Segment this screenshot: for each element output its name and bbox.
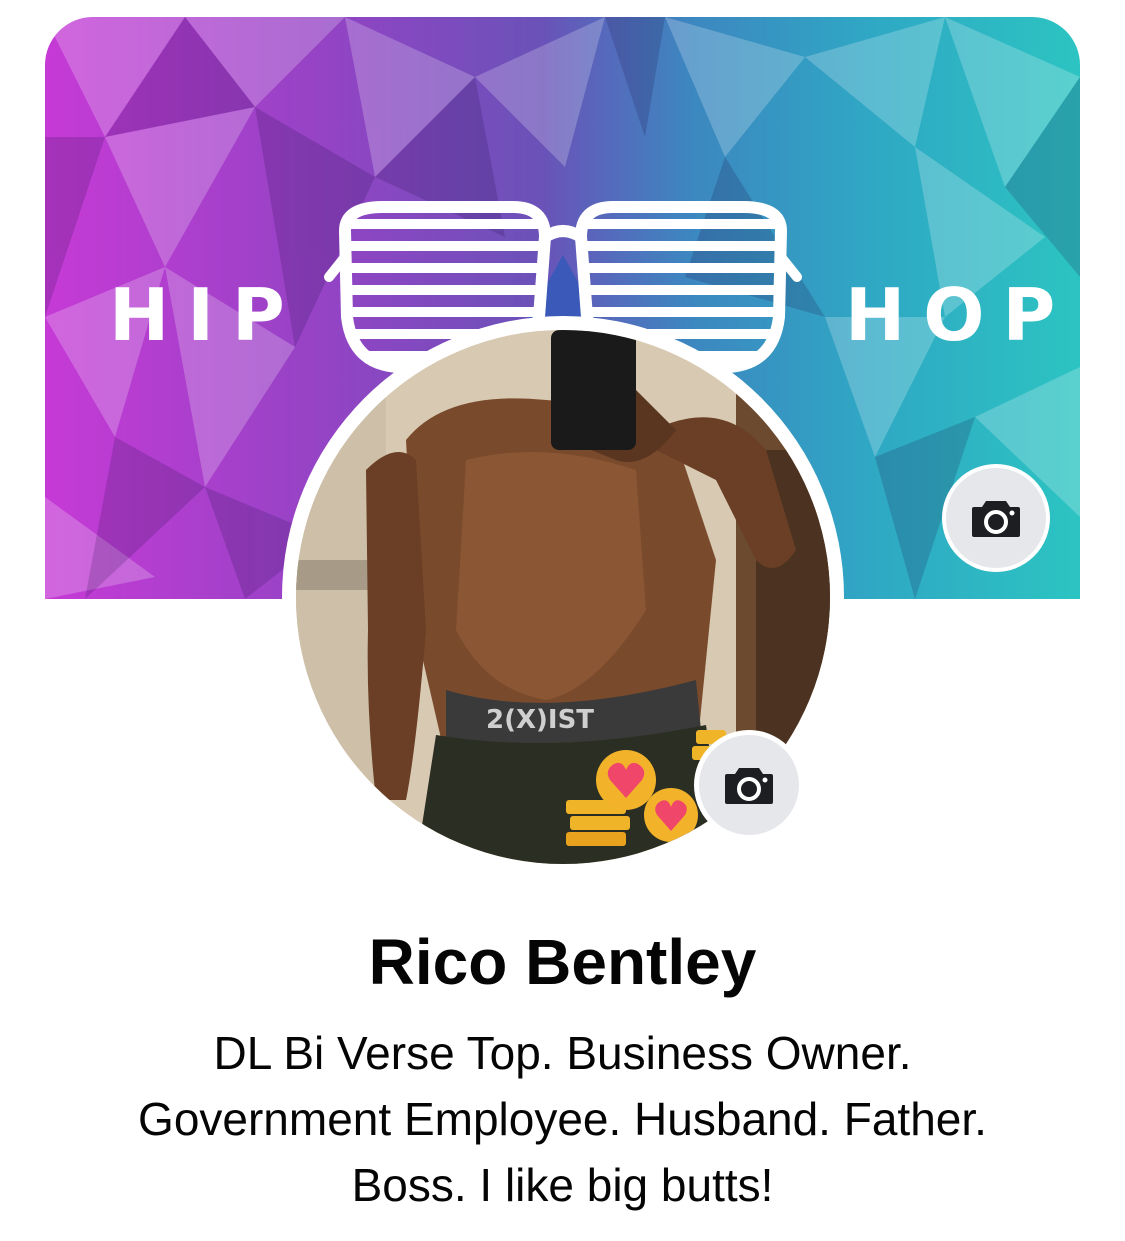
edit-cover-photo-button[interactable] [942,464,1050,572]
edit-profile-picture-button[interactable] [694,730,804,840]
camera-icon [725,768,773,804]
bio-line: Boss. I like big butts! [351,1159,774,1211]
bio-line: Government Employee. Husband. Father. [138,1093,987,1145]
profile-name: Rico Bentley [368,926,757,998]
profile-bio: DL Bi Verse Top. Business Owner. Governm… [60,1020,1065,1218]
camera-icon [972,501,1020,537]
waistband-logo: 2(X)IST [486,705,594,735]
cover-text-hop: HOP [845,273,1074,357]
bio-line: DL Bi Verse Top. Business Owner. [213,1027,912,1079]
cover-text-hip: HIP [109,273,303,357]
profile-header: HIP HOP 2(X)IST Rico Bentley DL Bi Verse… [0,0,1125,1241]
